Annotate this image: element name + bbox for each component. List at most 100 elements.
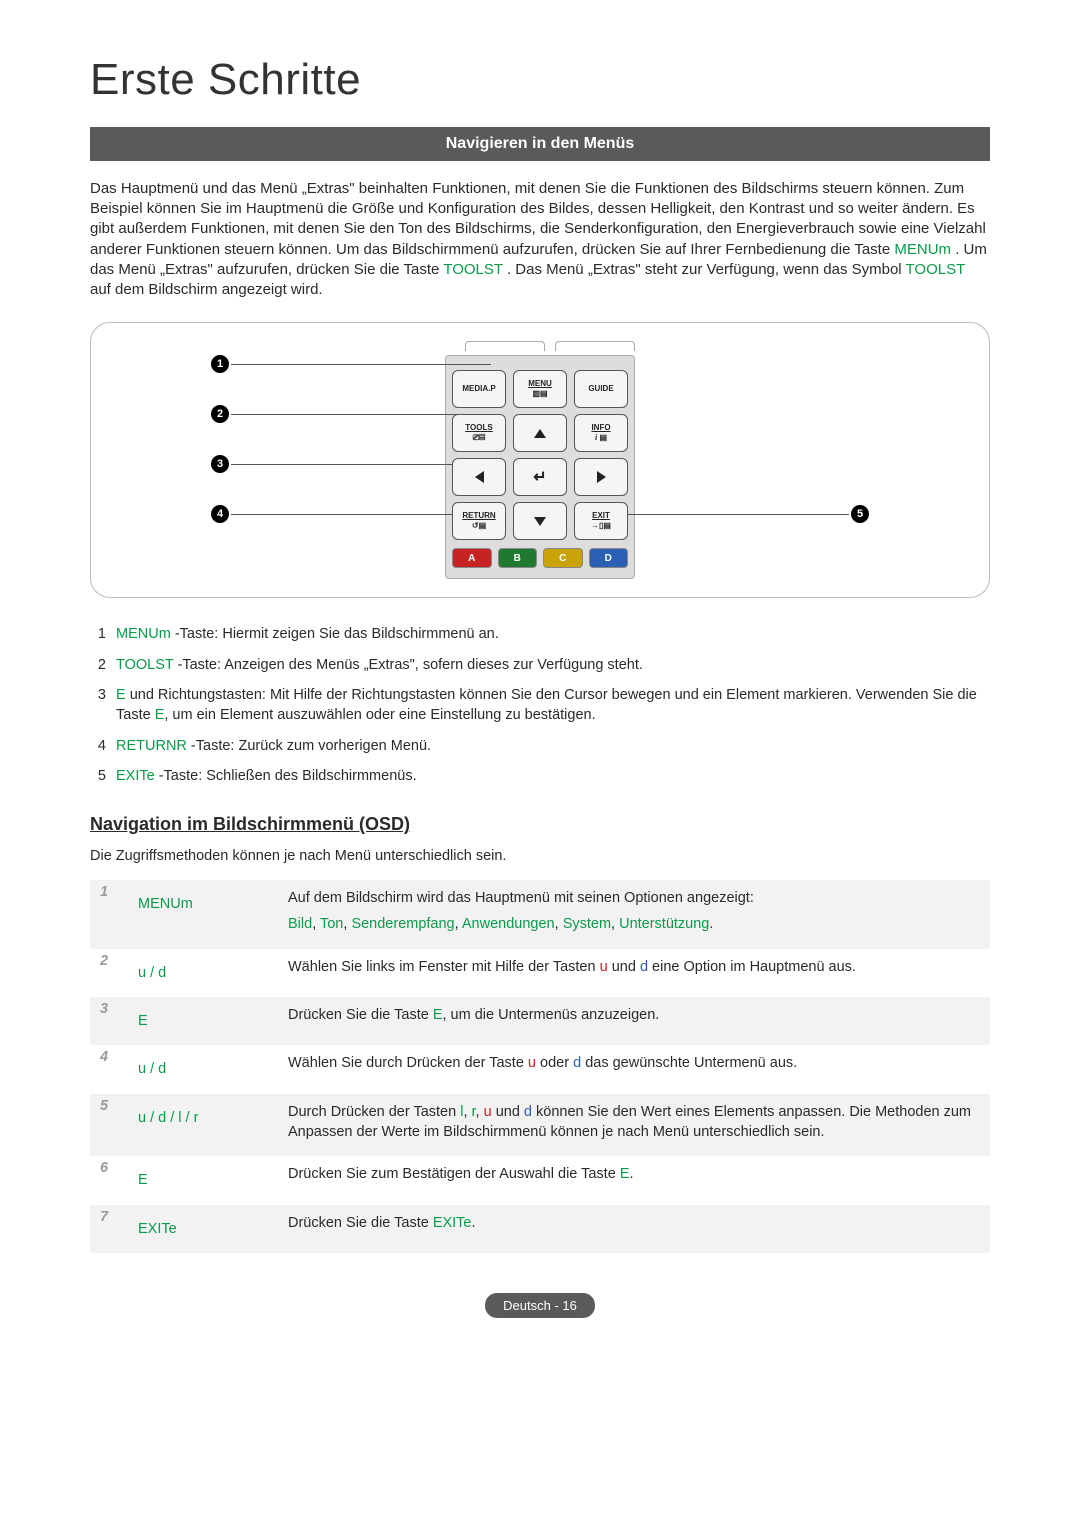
page-footer: Deutsch - 16 — [90, 1293, 990, 1319]
menu-icon: ▥▤ — [532, 389, 547, 400]
step-row: 2u / dWählen Sie links im Fenster mit Hi… — [90, 949, 990, 997]
legend-key: E — [155, 707, 165, 723]
step-description: Drücken Sie die Taste E, um die Untermen… — [278, 997, 990, 1045]
callout-line — [231, 414, 491, 415]
step-number: 7 — [90, 1205, 128, 1253]
step-key: u / d / l / r — [128, 1094, 278, 1157]
inline-key: u — [600, 959, 608, 975]
remote-figure: 1 2 3 4 5 MEDIA.P MENU ▥▤ GUIDE TOOLS ⎚▤ — [90, 322, 990, 598]
legend-list: 1 MENUm -Taste: Hiermit zeigen Sie das Bi… — [90, 624, 990, 786]
color-b-button: B — [498, 548, 538, 568]
inline-key: u — [528, 1055, 536, 1071]
menu-link: Ton — [320, 916, 343, 932]
inline-key: E — [433, 1007, 443, 1023]
osd-heading: Navigation im Bildschirmmenü (OSD) — [90, 812, 990, 836]
triangle-left-icon — [475, 471, 484, 483]
inline-key: d — [640, 959, 648, 975]
info-icon: i ▤ — [595, 433, 607, 444]
step-key: EXITe — [128, 1205, 278, 1253]
legend-body: E und Richtungstasten: Mit Hilfe der Ric… — [116, 685, 990, 726]
legend-num: 5 — [90, 766, 106, 786]
inline-key: E — [620, 1166, 630, 1182]
step-description: Wählen Sie links im Fenster mit Hilfe de… — [278, 949, 990, 997]
inline-key: d — [524, 1104, 532, 1120]
step-key: MENUm — [128, 880, 278, 949]
triangle-down-icon — [534, 517, 546, 526]
return-button: RETURN ↺▤ — [452, 502, 506, 540]
right-button — [574, 458, 628, 496]
step-row: 5u / d / l / rDurch Drücken der Tasten l… — [90, 1094, 990, 1157]
legend-key: E — [116, 687, 130, 703]
up-button — [513, 414, 567, 452]
inline-key: EXITe — [433, 1215, 472, 1231]
remote-top-tabs — [445, 341, 635, 351]
menu-link: Anwendungen — [462, 916, 555, 932]
intro-text: . Das Menü „Extras" steht zur Verfügung,… — [507, 261, 906, 278]
callout-5: 5 — [851, 505, 869, 523]
step-description: Auf dem Bildschirm wird das Hauptmenü mi… — [278, 880, 990, 949]
color-a-button: A — [452, 548, 492, 568]
tools-icon: ⎚▤ — [473, 433, 486, 444]
step-key: u / d — [128, 1045, 278, 1093]
legend-body: EXITe -Taste: Schließen des Bildschirmme… — [116, 766, 990, 786]
callout-3: 3 — [211, 455, 229, 473]
callout-1: 1 — [211, 355, 229, 373]
step-row: 7EXITeDrücken Sie die Taste EXITe. — [90, 1205, 990, 1253]
inline-key: d — [573, 1055, 581, 1071]
down-button — [513, 502, 567, 540]
osd-steps-table: 1MENUmAuf dem Bildschirm wird das Hauptm… — [90, 880, 990, 1253]
step-row: 3EDrücken Sie die Taste E, um die Unterm… — [90, 997, 990, 1045]
step-key: E — [128, 997, 278, 1045]
step-row: 4u / dWählen Sie durch Drücken der Taste… — [90, 1045, 990, 1093]
step-description: Wählen Sie durch Drücken der Taste u ode… — [278, 1045, 990, 1093]
legend-key: EXITe — [116, 768, 159, 784]
intro-text: auf dem Bildschirm angezeigt wird. — [90, 281, 323, 298]
legend-body: RETURNR -Taste: Zurück zum vorherigen Me… — [116, 736, 990, 756]
left-button — [452, 458, 506, 496]
mediap-button: MEDIA.P — [452, 370, 506, 408]
color-d-button: D — [589, 548, 629, 568]
legend-item: 5 EXITe -Taste: Schließen des Bildschirmm… — [90, 766, 990, 786]
exit-icon: →▯▤ — [591, 521, 611, 532]
footer-pill: Deutsch - 16 — [485, 1293, 595, 1319]
step-row: 6EDrücken Sie zum Bestätigen der Auswahl… — [90, 1156, 990, 1204]
callout-line — [589, 514, 849, 515]
exit-button: EXIT →▯▤ — [574, 502, 628, 540]
guide-button: GUIDE — [574, 370, 628, 408]
legend-body: MENUm -Taste: Hiermit zeigen Sie das Bil… — [116, 624, 990, 644]
osd-intro: Die Zugriffsmethoden können je nach Menü… — [90, 847, 990, 867]
inline-key: u — [484, 1104, 492, 1120]
legend-item: 1 MENUm -Taste: Hiermit zeigen Sie das Bi… — [90, 624, 990, 644]
step-description: Drücken Sie zum Bestätigen der Auswahl d… — [278, 1156, 990, 1204]
menu-key-label: MENUm — [894, 241, 951, 258]
inline-key: und — [608, 959, 640, 975]
info-button: INFO i ▤ — [574, 414, 628, 452]
legend-num: 2 — [90, 655, 106, 675]
callout-line — [231, 364, 491, 365]
step-description: Drücken Sie die Taste EXITe. — [278, 1205, 990, 1253]
legend-item: 2 TOOLST -Taste: Anzeigen des Menüs „Extr… — [90, 655, 990, 675]
legend-num: 1 — [90, 624, 106, 644]
menu-button: MENU ▥▤ — [513, 370, 567, 408]
legend-item: 3E und Richtungstasten: Mit Hilfe der Ri… — [90, 685, 990, 726]
tools-key-label: TOOLST — [443, 261, 502, 278]
triangle-up-icon — [534, 429, 546, 438]
remote-body: MEDIA.P MENU ▥▤ GUIDE TOOLS ⎚▤ INFO i ▤ — [445, 355, 635, 579]
inline-key: und — [492, 1104, 524, 1120]
inline-key: oder — [536, 1055, 573, 1071]
menu-link: System — [563, 916, 611, 932]
intro-paragraph: Das Hauptmenü und das Menü „Extras" bein… — [90, 179, 990, 301]
step-number: 1 — [90, 880, 128, 949]
page-title: Erste Schritte — [90, 50, 990, 109]
legend-key: MENUm — [116, 626, 175, 642]
tools-key-label: TOOLST — [906, 261, 965, 278]
legend-item: 4RETURNR -Taste: Zurück zum vorherigen M… — [90, 736, 990, 756]
return-icon: ↺▤ — [472, 521, 486, 532]
step-row: 1MENUmAuf dem Bildschirm wird das Hauptm… — [90, 880, 990, 949]
legend-body: TOOLST -Taste: Anzeigen des Menüs „Extra… — [116, 655, 990, 675]
step-number: 4 — [90, 1045, 128, 1093]
inline-key: , — [463, 1104, 471, 1120]
step-number: 5 — [90, 1094, 128, 1157]
menu-link: Bild — [288, 916, 312, 932]
tools-button: TOOLS ⎚▤ — [452, 414, 506, 452]
